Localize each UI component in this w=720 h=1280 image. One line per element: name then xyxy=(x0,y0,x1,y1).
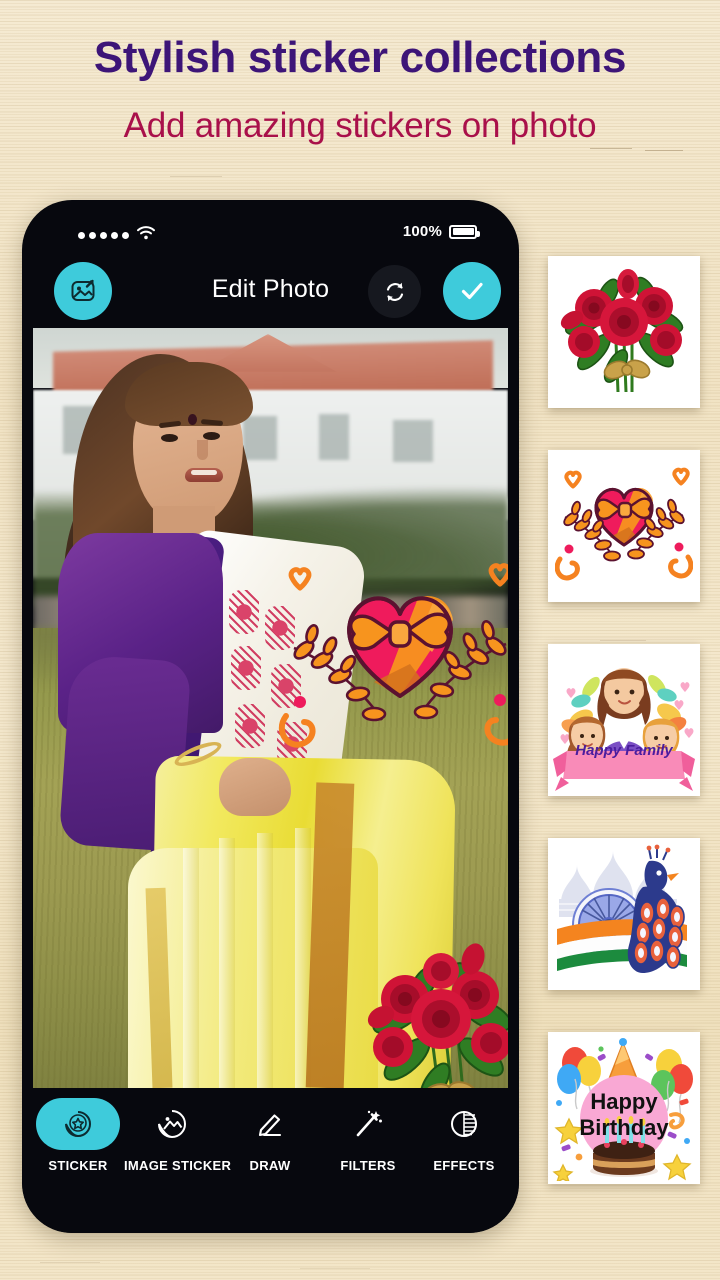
sticker-thumb-birthday[interactable]: Happy Birthday xyxy=(548,1032,700,1184)
sticker-thumb-peacock[interactable] xyxy=(548,838,700,990)
tab-sticker[interactable]: STICKER xyxy=(30,1098,126,1173)
pencil-icon xyxy=(222,1098,318,1150)
sticker-thumb-heart[interactable] xyxy=(548,450,700,602)
navigation-bar: Edit Photo xyxy=(22,262,519,326)
tab-draw[interactable]: DRAW xyxy=(222,1098,318,1173)
photo-canvas[interactable] xyxy=(33,328,508,1088)
phone-mockup: 100% Edit Photo STICKER IMAGE STICKER DR… xyxy=(22,200,519,1233)
sticker-star-icon xyxy=(36,1098,120,1150)
image-sticker-icon xyxy=(124,1098,220,1150)
tab-label: DRAW xyxy=(249,1158,291,1173)
check-icon[interactable] xyxy=(443,262,501,320)
battery-percent: 100% xyxy=(402,223,442,240)
sticker-thumb-family[interactable]: Happy Family xyxy=(548,644,700,796)
edited-photo xyxy=(33,328,508,1088)
signal-dots-icon xyxy=(78,226,155,245)
magic-wand-icon xyxy=(320,1098,416,1150)
sticker-caption-line2: Birthday xyxy=(579,1115,669,1140)
sticker-thumb-roses[interactable] xyxy=(548,256,700,408)
india-peacock-sticker xyxy=(551,841,697,987)
page-subtitle: Add amazing stickers on photo xyxy=(123,106,597,145)
tab-label: EFFECTS xyxy=(433,1158,495,1173)
editor-toolbar: STICKER IMAGE STICKER DRAW FILTERS EFFEC… xyxy=(22,1088,519,1233)
tab-image-sticker[interactable]: IMAGE STICKER xyxy=(124,1098,232,1173)
refresh-icon[interactable] xyxy=(368,265,421,318)
happy-family-sticker xyxy=(551,647,697,793)
wifi-icon xyxy=(137,226,155,245)
red-rose-bouquet-sticker xyxy=(560,269,684,393)
tab-label: STICKER xyxy=(48,1158,108,1173)
sticker-list: Happy Family Happy Birthday xyxy=(548,256,700,1184)
contrast-circle-icon xyxy=(416,1098,512,1150)
heart-gift-wreath-sticker xyxy=(555,467,693,581)
sticker-caption: Happy Family xyxy=(575,742,673,759)
battery-full-icon xyxy=(449,224,480,239)
page-title: Stylish sticker collections xyxy=(93,33,627,82)
sticker-caption-line1: Happy xyxy=(590,1089,658,1114)
promo-header: Stylish sticker collections Add amazing … xyxy=(0,0,720,190)
tab-label: IMAGE STICKER xyxy=(124,1158,232,1173)
red-rose-bouquet-sticker[interactable] xyxy=(363,943,508,1088)
status-bar: 100% xyxy=(22,222,519,250)
heart-gift-wreath-sticker[interactable] xyxy=(278,556,508,771)
tab-filters[interactable]: FILTERS xyxy=(320,1098,416,1173)
tab-effects[interactable]: EFFECTS xyxy=(416,1098,512,1173)
tab-label: FILTERS xyxy=(340,1158,396,1173)
